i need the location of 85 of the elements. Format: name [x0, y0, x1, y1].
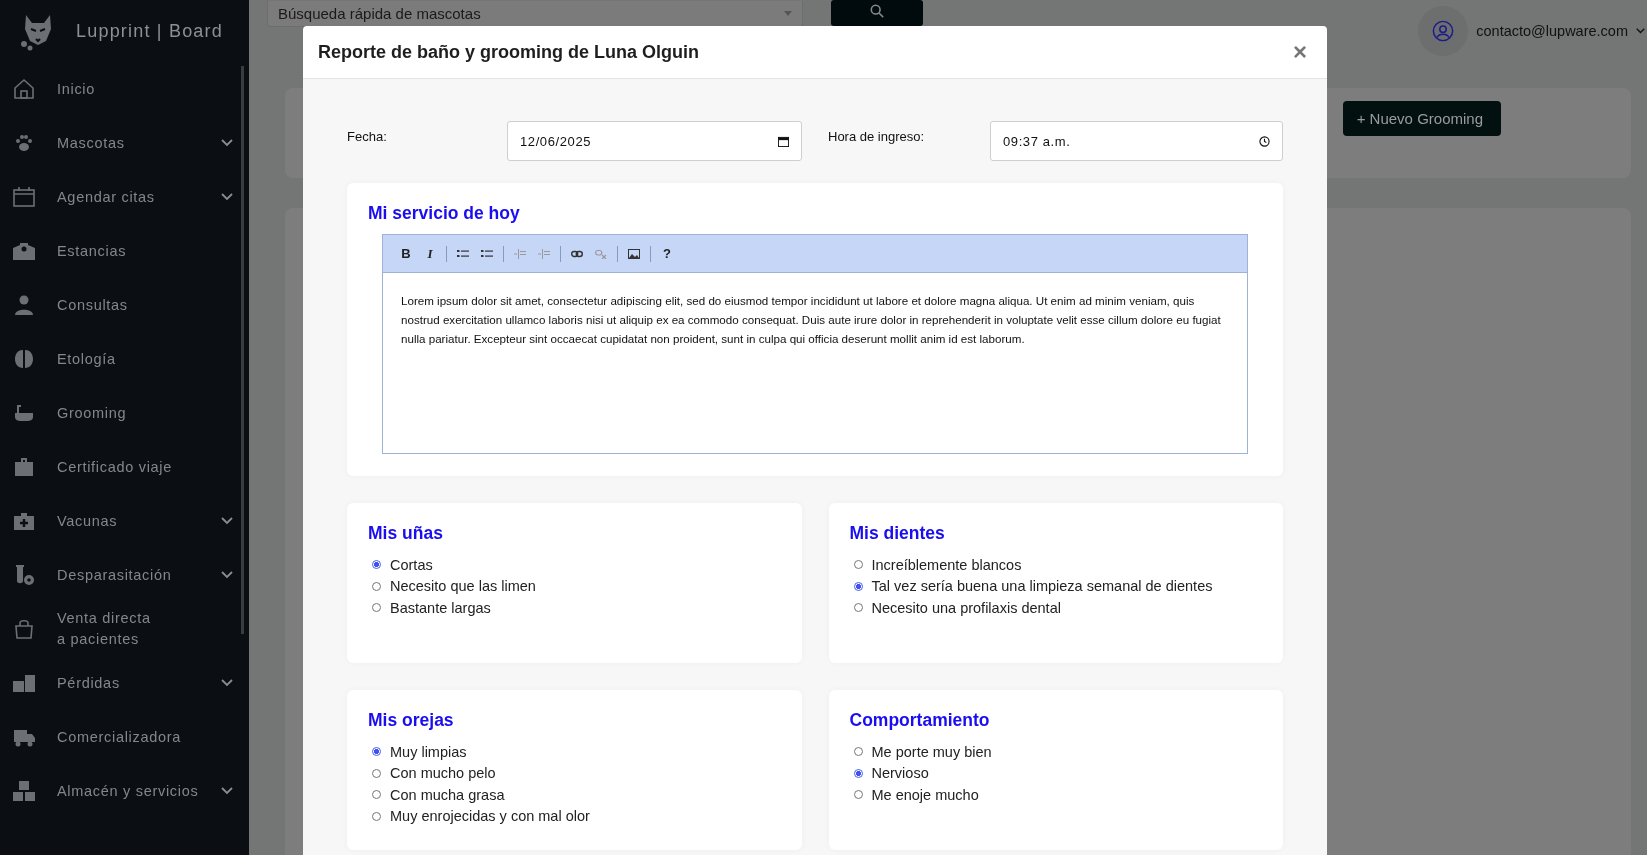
- radio-button[interactable]: [853, 790, 863, 800]
- italic-button[interactable]: I: [419, 242, 441, 265]
- calendar-icon: [12, 185, 36, 209]
- radio-button[interactable]: [853, 747, 863, 757]
- radio-button[interactable]: [372, 581, 381, 591]
- option-label[interactable]: Nervioso: [871, 765, 929, 782]
- chevron-down-icon: [221, 193, 233, 201]
- card-title: Mis orejas: [368, 710, 455, 731]
- sidebar-item[interactable]: Pérdidas: [0, 656, 249, 710]
- sidebar-item[interactable]: Estancias: [0, 224, 249, 278]
- caret-icon: [784, 11, 792, 16]
- close-button[interactable]: ×: [1289, 38, 1311, 66]
- time-field[interactable]: 09:37 a.m.: [990, 121, 1283, 161]
- sidebar-item[interactable]: Certificado viaje: [0, 440, 249, 494]
- indent-icon: [538, 248, 550, 259]
- sidebar-item[interactable]: Vacunas: [0, 494, 249, 548]
- user-email[interactable]: contacto@lupware.com: [1476, 23, 1628, 39]
- option-label[interactable]: Necesito una profilaxis dental: [871, 599, 1061, 616]
- option-label[interactable]: Muy enrojecidas y con mal olor: [390, 808, 590, 825]
- sidebar-item[interactable]: Venta directa a pacientes: [0, 602, 249, 656]
- sidebar-item[interactable]: Etología: [0, 332, 249, 386]
- image-icon: [628, 248, 640, 259]
- option-label[interactable]: Me porte muy bien: [871, 743, 992, 760]
- radio-button[interactable]: [372, 603, 381, 613]
- ol-icon: [457, 248, 469, 259]
- search-button[interactable]: [831, 0, 923, 26]
- sidebar-item[interactable]: Almacén y servicios: [0, 764, 249, 818]
- sidebar-item[interactable]: Consultas: [0, 278, 249, 332]
- clock-icon: [1259, 135, 1270, 147]
- chevron-down-icon: [221, 787, 233, 795]
- radio-button[interactable]: [853, 768, 863, 778]
- sidebar-item[interactable]: Agendar citas: [0, 170, 249, 224]
- option-label[interactable]: Muy limpias: [390, 743, 467, 760]
- help-button[interactable]: ?: [656, 242, 678, 265]
- option-label[interactable]: Con mucha grasa: [390, 786, 505, 803]
- cubes-icon: [12, 779, 36, 803]
- bag-icon: [12, 617, 36, 641]
- radio-button[interactable]: [372, 790, 381, 800]
- card-title: Mis uñas: [368, 523, 444, 544]
- search-icon: [870, 4, 884, 18]
- dialog-title: Reporte de baño y grooming de Luna Olguin: [318, 41, 699, 63]
- user-icon[interactable]: [1432, 20, 1455, 42]
- sidebar-item[interactable]: Desparasitación: [0, 548, 249, 602]
- radio-button[interactable]: [372, 747, 381, 757]
- sidebar-item[interactable]: Inicio: [0, 62, 249, 116]
- calendar-icon: [778, 135, 789, 147]
- unlink-icon: [595, 248, 607, 259]
- option-label[interactable]: Necesito que las limen: [390, 578, 536, 595]
- option-label[interactable]: Cortas: [390, 556, 433, 573]
- link-icon: [571, 248, 583, 259]
- new-grooming-button[interactable]: + Nuevo Grooming: [1342, 100, 1501, 136]
- chevron-down-icon: [221, 571, 233, 579]
- sidebar-item[interactable]: Grooming: [0, 386, 249, 440]
- chevron-down-icon: [221, 517, 233, 525]
- ul-icon: [481, 248, 493, 259]
- sidebar-item[interactable]: Comercializadora: [0, 710, 249, 764]
- editor-text[interactable]: Lorem ipsum dolor sit amet, consectetur adipiscing elit, sed do eiusmod tempor incididunt ut labore et dolore magna aliqua. Ut enim ad minim veniam, quis nostrud exercitation ullamco laboris nisi ut aliquip ex ea commodo consequat. Duis aute irure dolor in reprehenderit in voluptate velit esse cillum dolore eu fugiat nulla pariatur. Excepteur sint occaecat cupidatat non proident, sunt in culpa qui officia deserunt mollit anim id est laborum.: [383, 273, 1247, 366]
- suitcase-icon: [12, 455, 36, 479]
- chevron-down-icon: [1636, 28, 1645, 34]
- outdent-icon: [514, 248, 526, 259]
- bold-button[interactable]: B: [395, 242, 417, 265]
- radio-button[interactable]: [853, 603, 863, 613]
- option-label[interactable]: Increíblemente blancos: [871, 556, 1022, 573]
- option-label[interactable]: Con mucho pelo: [390, 765, 496, 782]
- brand-name: Lupprint | Board: [76, 20, 223, 42]
- card-title: Mi servicio de hoy: [368, 203, 521, 224]
- radio-button[interactable]: [853, 581, 863, 591]
- sidebar-item[interactable]: Mascotas: [0, 116, 249, 170]
- radio-button[interactable]: [372, 768, 381, 778]
- radio-button[interactable]: [853, 560, 863, 570]
- brain-icon: [12, 347, 36, 371]
- chevron-down-icon: [221, 139, 233, 147]
- chevron-down-icon: [221, 679, 233, 687]
- radio-button[interactable]: [372, 560, 381, 570]
- search-field[interactable]: Búsqueda rápida de mascotas: [267, 1, 803, 27]
- card-title: Comportamiento: [849, 710, 991, 731]
- card-title: Mis dientes: [849, 523, 946, 544]
- option-label[interactable]: Bastante largas: [390, 599, 491, 616]
- home-icon: [12, 77, 36, 101]
- field-label: Fecha:: [347, 128, 388, 144]
- option-label[interactable]: Tal vez sería buena una limpieza semanal de dientes: [871, 578, 1213, 595]
- field-label: Hora de ingreso:: [827, 128, 926, 144]
- radio-button[interactable]: [372, 811, 381, 821]
- option-label[interactable]: Me enoje mucho: [871, 786, 979, 803]
- date-field[interactable]: 12/06/2025: [507, 121, 802, 161]
